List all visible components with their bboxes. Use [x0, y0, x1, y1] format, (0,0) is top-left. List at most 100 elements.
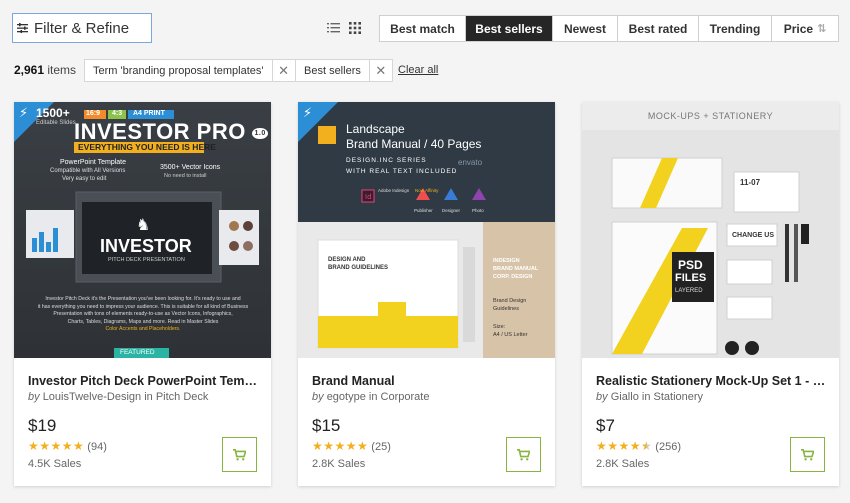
thumb-series2: WITH REAL TEXT INCLUDED [346, 168, 458, 175]
product-card[interactable]: ♞ ⚡ 1500+ Editable Slides 16:9 4:3 A4 PR… [14, 102, 271, 486]
product-author-line: by LouisTwelve-Design in Pitch Deck [28, 391, 208, 403]
star-rating: ★★★★★ (25) [312, 439, 391, 453]
thumb-sub: PITCH DECK PRESENTATION [108, 257, 185, 263]
thumb-app-1: Adobe Indesign [378, 188, 410, 193]
thumb-series1: DESIGN.INC SERIES [346, 157, 427, 164]
author-link[interactable]: Giallo [611, 391, 639, 403]
product-price: $19 [28, 416, 57, 435]
thumb-badge-2: 4:3 [112, 110, 123, 117]
svg-text:♞: ♞ [136, 215, 150, 234]
in-label: in [368, 391, 378, 403]
thumb-line1: Landscape [346, 122, 405, 136]
sort-options: Best match Best sellers Newest Best rate… [379, 15, 839, 42]
product-thumbnail[interactable]: MOCK-UPS + STATIONERY 11-07 CHANGE US PS… [582, 102, 839, 358]
sort-best-sellers[interactable]: Best sellers [466, 16, 553, 41]
in-label: in [144, 391, 153, 403]
cart-icon [517, 448, 530, 460]
product-card[interactable]: Id ⚡ Landscape Brand Manual / 40 Pages D… [298, 102, 555, 486]
sort-arrows-icon: ⇅ [817, 23, 827, 35]
thumb-number: 1500+ [36, 106, 70, 120]
review-count: (94) [87, 441, 107, 453]
thumb-brand-text: INVESTOR PRO [74, 119, 246, 144]
product-price: $7 [596, 416, 615, 435]
sales-count: 4.5K Sales [28, 458, 82, 470]
grid-view-icon[interactable] [349, 22, 361, 34]
sort-newest[interactable]: Newest [553, 16, 618, 41]
thumb-blurb-line: it has everything you need to impress yo… [37, 303, 249, 310]
product-author-line: by egotype in Corporate [312, 391, 429, 403]
sales-count: 2.8K Sales [312, 458, 366, 470]
thumb-app-2: Now Affinity [415, 188, 439, 193]
sort-label: Trending [709, 21, 761, 36]
thumb-app-5: Photo [472, 208, 484, 213]
by-label: by [312, 391, 324, 403]
product-thumbnail[interactable]: Id ⚡ Landscape Brand Manual / 40 Pages D… [298, 102, 555, 358]
product-author-line: by Giallo in Stationery [596, 391, 703, 403]
product-price: $15 [312, 416, 341, 435]
thumb-app-3: Publisher [414, 208, 433, 213]
add-to-cart-button[interactable] [506, 437, 541, 472]
thumb-badge-1: 16:9 [86, 110, 101, 117]
chip-remove-icon[interactable]: ✕ [368, 60, 392, 81]
add-to-cart-button[interactable] [790, 437, 825, 472]
thumb-blurb-line: Charts, Tables, Diagrams, Maps and more.… [67, 318, 219, 325]
sort-label: Best sellers [475, 21, 543, 36]
sort-trending[interactable]: Trending [699, 16, 772, 41]
thumb-ppt: PowerPoint Template [60, 159, 127, 166]
lightning-icon: ⚡ [19, 105, 29, 120]
thumb-header: MOCK-UPS + STATIONERY [647, 111, 774, 121]
thumb-blurb-line: Investor Pitch Deck it's the Presentatio… [45, 296, 241, 302]
thumb-big: INVESTOR [100, 236, 192, 256]
product-title[interactable]: Investor Pitch Deck PowerPoint Templ... [28, 374, 260, 388]
clear-all-link[interactable]: Clear all [398, 64, 438, 76]
thumb-blurb: Investor Pitch Deck it's the Presentatio… [28, 296, 258, 334]
filter-refine-button[interactable]: Filter & Refine [12, 13, 152, 43]
thumb-psd-2: FILES [675, 272, 707, 284]
thumb-blurb-line: Color Accents and Placeholders. [105, 326, 181, 333]
chip-label: Best sellers [304, 64, 361, 77]
thumb-tagline: EVERYTHING YOU NEED IS HERE [78, 142, 216, 152]
thumb-featured: FEATURED [120, 349, 155, 356]
filter-chip-term: Term 'branding proposal templates' ✕ [84, 59, 296, 82]
thumb-side-2: BRAND MANUAL [493, 266, 539, 272]
review-count: (256) [655, 441, 681, 453]
thumb-size-value: A4 / US Letter [493, 332, 528, 338]
thumb-side-4: Brand Design [493, 298, 527, 304]
chip-remove-icon[interactable]: ✕ [271, 60, 295, 81]
thumb-psd-3: LAYERED [675, 288, 703, 294]
thumb-badge-3: A4 PRINT [133, 110, 165, 117]
product-card[interactable]: MOCK-UPS + STATIONERY 11-07 CHANGE US PS… [582, 102, 839, 486]
stationery-thumbnail-art [582, 102, 839, 355]
thumb-line2: Brand Manual / 40 Pages [346, 137, 482, 151]
stars-icon: ★★★★ [596, 439, 642, 453]
sort-best-rated[interactable]: Best rated [618, 16, 699, 41]
category-link[interactable]: Stationery [654, 391, 704, 403]
thumb-watermark: envato [458, 158, 483, 167]
product-title[interactable]: Realistic Stationery Mock-Up Set 1 - C..… [596, 374, 828, 388]
stars-icon: ★★★★★ [312, 439, 369, 453]
add-to-cart-button[interactable] [222, 437, 257, 472]
product-title[interactable]: Brand Manual [312, 374, 544, 388]
sort-label: Price [783, 21, 814, 36]
thumb-book-title-1: DESIGN AND [328, 257, 366, 263]
thumb-vectors: 3500+ Vector Icons [160, 164, 221, 171]
lightning-icon: ⚡ [303, 105, 313, 120]
filter-icon [17, 23, 28, 33]
author-link[interactable]: LouisTwelve-Design [43, 391, 141, 403]
thumb-compat: Compatible with All Versions [50, 168, 126, 174]
thumb-vectors-sub: No need to install [164, 173, 207, 179]
category-link[interactable]: Corporate [381, 391, 430, 403]
list-view-icon[interactable] [327, 22, 340, 34]
thumb-side-3: CORP. DESIGN [493, 274, 533, 280]
sort-price[interactable]: Price ⇅ [772, 16, 838, 41]
thumb-size-label: Size: [493, 324, 506, 330]
results-count: 2,961 items [14, 63, 76, 77]
in-label: in [641, 391, 651, 403]
thumb-side-5: Guidelines [493, 306, 519, 312]
filter-chip-best-sellers: Best sellers ✕ [295, 59, 393, 82]
product-thumbnail[interactable]: ♞ ⚡ 1500+ Editable Slides 16:9 4:3 A4 PR… [14, 102, 271, 358]
author-link[interactable]: egotype [327, 391, 366, 403]
category-link[interactable]: Pitch Deck [156, 391, 209, 403]
sort-best-match[interactable]: Best match [380, 16, 466, 41]
cart-icon [233, 448, 246, 460]
